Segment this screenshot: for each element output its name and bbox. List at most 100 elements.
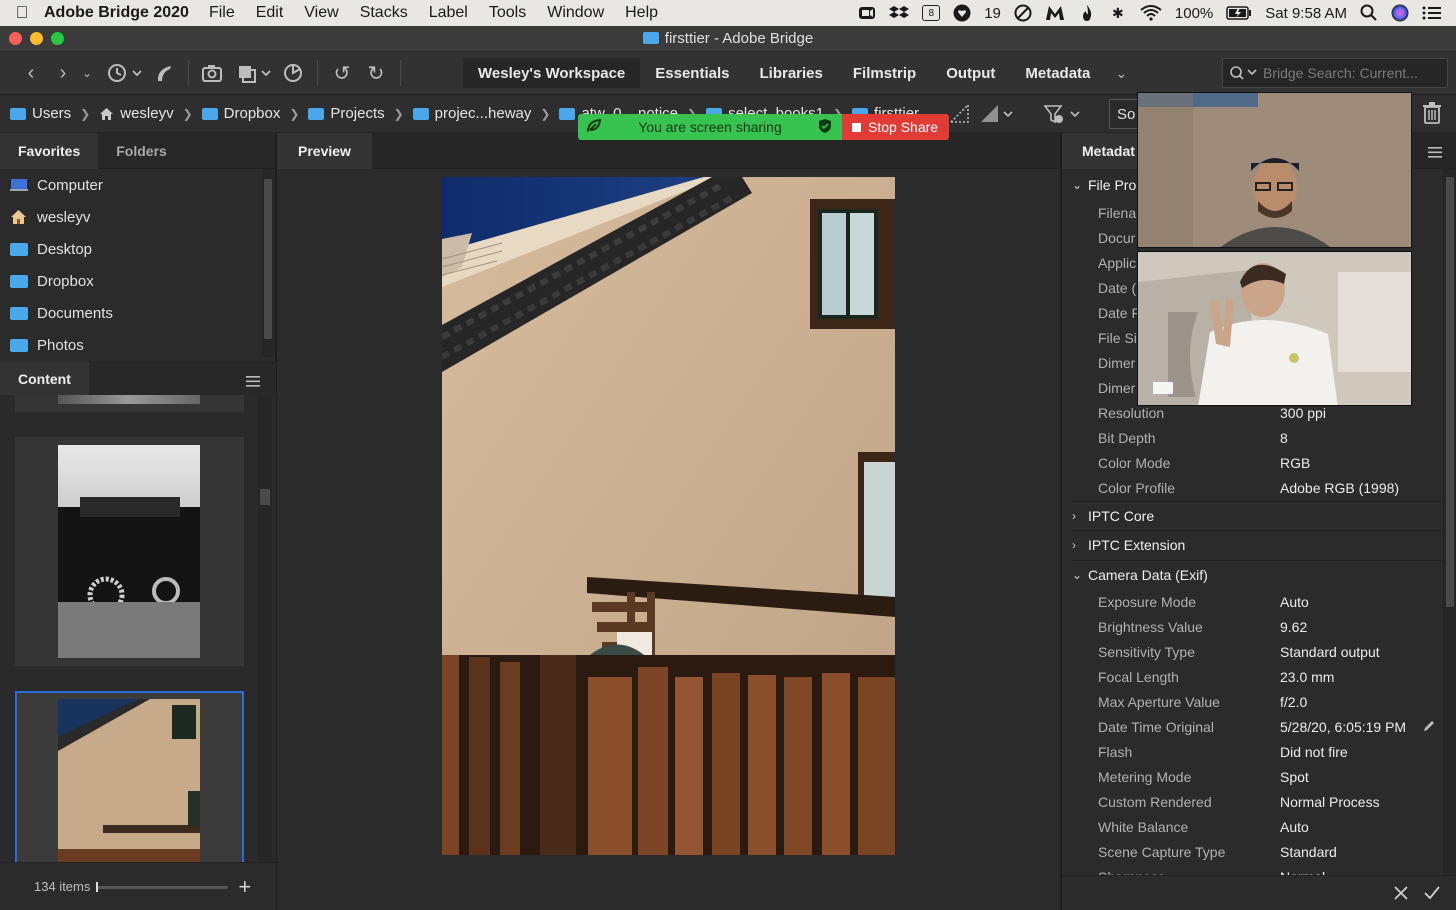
- thumbnail-size-slider[interactable]: [96, 881, 229, 892]
- tab-preview[interactable]: Preview: [277, 132, 372, 169]
- m-logo-icon[interactable]: [1045, 4, 1065, 22]
- recent-files-icon[interactable]: [106, 58, 146, 88]
- menu-label[interactable]: Label: [429, 4, 468, 22]
- minimize-window-button[interactable]: [30, 32, 43, 45]
- menu-view[interactable]: View: [304, 4, 338, 22]
- menu-stacks[interactable]: Stacks: [360, 4, 408, 22]
- content-scrollbar[interactable]: [258, 395, 272, 862]
- menu-edit[interactable]: Edit: [256, 4, 284, 22]
- camera-raw-sync-icon[interactable]: [281, 58, 305, 88]
- slider-handle[interactable]: [96, 881, 99, 892]
- refine-dropdown-icon[interactable]: [237, 58, 275, 88]
- apply-checkmark-icon[interactable]: [1424, 886, 1440, 903]
- favorite-documents[interactable]: Documents: [0, 297, 262, 329]
- metadata-value[interactable]: Auto: [1280, 819, 1309, 835]
- workspace-tab-output[interactable]: Output: [931, 58, 1010, 88]
- apple-menu-icon[interactable]: : [0, 3, 44, 23]
- workspace-tab-wesley[interactable]: Wesley's Workspace: [463, 58, 641, 88]
- forward-icon[interactable]: ›: [52, 58, 74, 88]
- bridge-search-field[interactable]: Bridge Search: Current...: [1222, 58, 1448, 88]
- history-dropdown-icon[interactable]: ⌄: [78, 58, 96, 88]
- crumb-dropbox[interactable]: Dropbox: [201, 105, 280, 122]
- metadata-value[interactable]: Auto: [1280, 594, 1309, 610]
- app-name-menu[interactable]: Adobe Bridge 2020: [44, 4, 189, 22]
- cancel-icon[interactable]: [1394, 886, 1408, 903]
- thumbnail-cell[interactable]: [15, 437, 244, 666]
- workspace-tab-metadata[interactable]: Metadata: [1010, 58, 1105, 88]
- zoom-status-icon[interactable]: [858, 4, 876, 22]
- dropbox-icon[interactable]: [889, 4, 910, 22]
- thumbnail-cell-selected[interactable]: [15, 691, 244, 862]
- metadata-value[interactable]: Did not fire: [1280, 744, 1348, 760]
- screen-share-status[interactable]: You are screen sharing: [578, 114, 842, 140]
- workspace-more-icon[interactable]: ⌄: [1111, 58, 1131, 88]
- tab-folders[interactable]: Folders: [98, 133, 185, 169]
- spotlight-search-icon[interactable]: [1360, 4, 1378, 22]
- heart-shield-icon[interactable]: [953, 4, 971, 22]
- metadata-value[interactable]: Standard: [1280, 844, 1337, 860]
- metadata-value[interactable]: Spot: [1280, 769, 1309, 785]
- focus-circle-icon[interactable]: [1014, 4, 1032, 22]
- video-participant-2[interactable]: [1137, 251, 1412, 406]
- battery-icon[interactable]: [1226, 4, 1252, 22]
- favorite-wesleyv[interactable]: wesleyv: [0, 201, 262, 233]
- flame-icon[interactable]: [1078, 4, 1096, 22]
- crumb-wesleyv[interactable]: wesleyv: [99, 105, 174, 122]
- view-quality-dropdown-icon[interactable]: [980, 104, 1016, 128]
- tab-content[interactable]: Content: [0, 362, 89, 396]
- metadata-value[interactable]: Normal Process: [1280, 794, 1380, 810]
- favorites-scroll-thumb[interactable]: [264, 179, 272, 339]
- metadata-value[interactable]: 5/28/20, 6:05:19 PM: [1280, 719, 1406, 735]
- metadata-value[interactable]: 23.0 mm: [1280, 669, 1334, 685]
- video-participant-1[interactable]: [1137, 92, 1412, 248]
- favorite-desktop[interactable]: Desktop: [0, 233, 262, 265]
- metadata-value[interactable]: 9.62: [1280, 619, 1307, 635]
- rotate-right-icon[interactable]: ↻: [364, 58, 388, 88]
- stop-share-button[interactable]: Stop Share: [842, 114, 949, 140]
- workspace-tab-essentials[interactable]: Essentials: [640, 58, 744, 88]
- boomerang-icon[interactable]: [152, 58, 176, 88]
- workspace-tab-filmstrip[interactable]: Filmstrip: [838, 58, 931, 88]
- metadata-scroll-thumb[interactable]: [1446, 177, 1454, 607]
- tab-favorites[interactable]: Favorites: [0, 132, 99, 169]
- menu-window[interactable]: Window: [547, 4, 604, 22]
- calendar-icon[interactable]: 8: [922, 5, 941, 21]
- siri-icon[interactable]: [1391, 4, 1409, 22]
- back-icon[interactable]: ‹: [20, 58, 42, 88]
- folder-icon: [642, 32, 659, 44]
- content-panel-menu-icon[interactable]: [246, 374, 260, 390]
- content-scroll-thumb[interactable]: [260, 489, 270, 505]
- search-icon[interactable]: [1229, 65, 1259, 81]
- quality-icon[interactable]: [949, 103, 970, 128]
- close-window-button[interactable]: [9, 32, 22, 45]
- get-photos-camera-icon[interactable]: [201, 58, 225, 88]
- metadata-value[interactable]: f/2.0: [1280, 694, 1307, 710]
- workspace-tab-libraries[interactable]: Libraries: [744, 58, 837, 88]
- menu-file[interactable]: File: [209, 4, 235, 22]
- zoom-window-button[interactable]: [51, 32, 64, 45]
- toolbar-separator: [400, 60, 401, 86]
- filter-dropdown-icon[interactable]: [1043, 104, 1083, 130]
- crumb-users[interactable]: Users: [10, 105, 71, 122]
- crumb-project-heway[interactable]: projec...heway: [412, 105, 531, 122]
- menu-tools[interactable]: Tools: [489, 4, 526, 22]
- favorites-scrollbar[interactable]: [262, 169, 274, 357]
- metadata-scrollbar[interactable]: [1443, 169, 1456, 875]
- thumbnail-cell[interactable]: [15, 395, 244, 412]
- menu-help[interactable]: Help: [625, 4, 658, 22]
- edit-pencil-icon[interactable]: [1423, 719, 1435, 735]
- favorite-computer[interactable]: Computer: [0, 169, 262, 201]
- favorite-photos[interactable]: Photos: [0, 329, 262, 361]
- bluetooth-icon[interactable]: ✱: [1109, 4, 1127, 22]
- trash-icon[interactable]: [1422, 102, 1442, 128]
- wifi-icon[interactable]: [1140, 4, 1162, 22]
- preview-image[interactable]: [442, 177, 895, 855]
- crumb-projects[interactable]: Projects: [308, 105, 385, 122]
- sort-button[interactable]: So: [1109, 99, 1139, 129]
- favorite-dropbox[interactable]: Dropbox: [0, 265, 262, 297]
- notification-center-icon[interactable]: [1422, 4, 1442, 22]
- rotate-left-icon[interactable]: ↺: [330, 58, 354, 88]
- metadata-value[interactable]: Standard output: [1280, 644, 1380, 660]
- clock[interactable]: Sat 9:58 AM: [1265, 5, 1347, 22]
- add-icon[interactable]: +: [238, 874, 251, 900]
